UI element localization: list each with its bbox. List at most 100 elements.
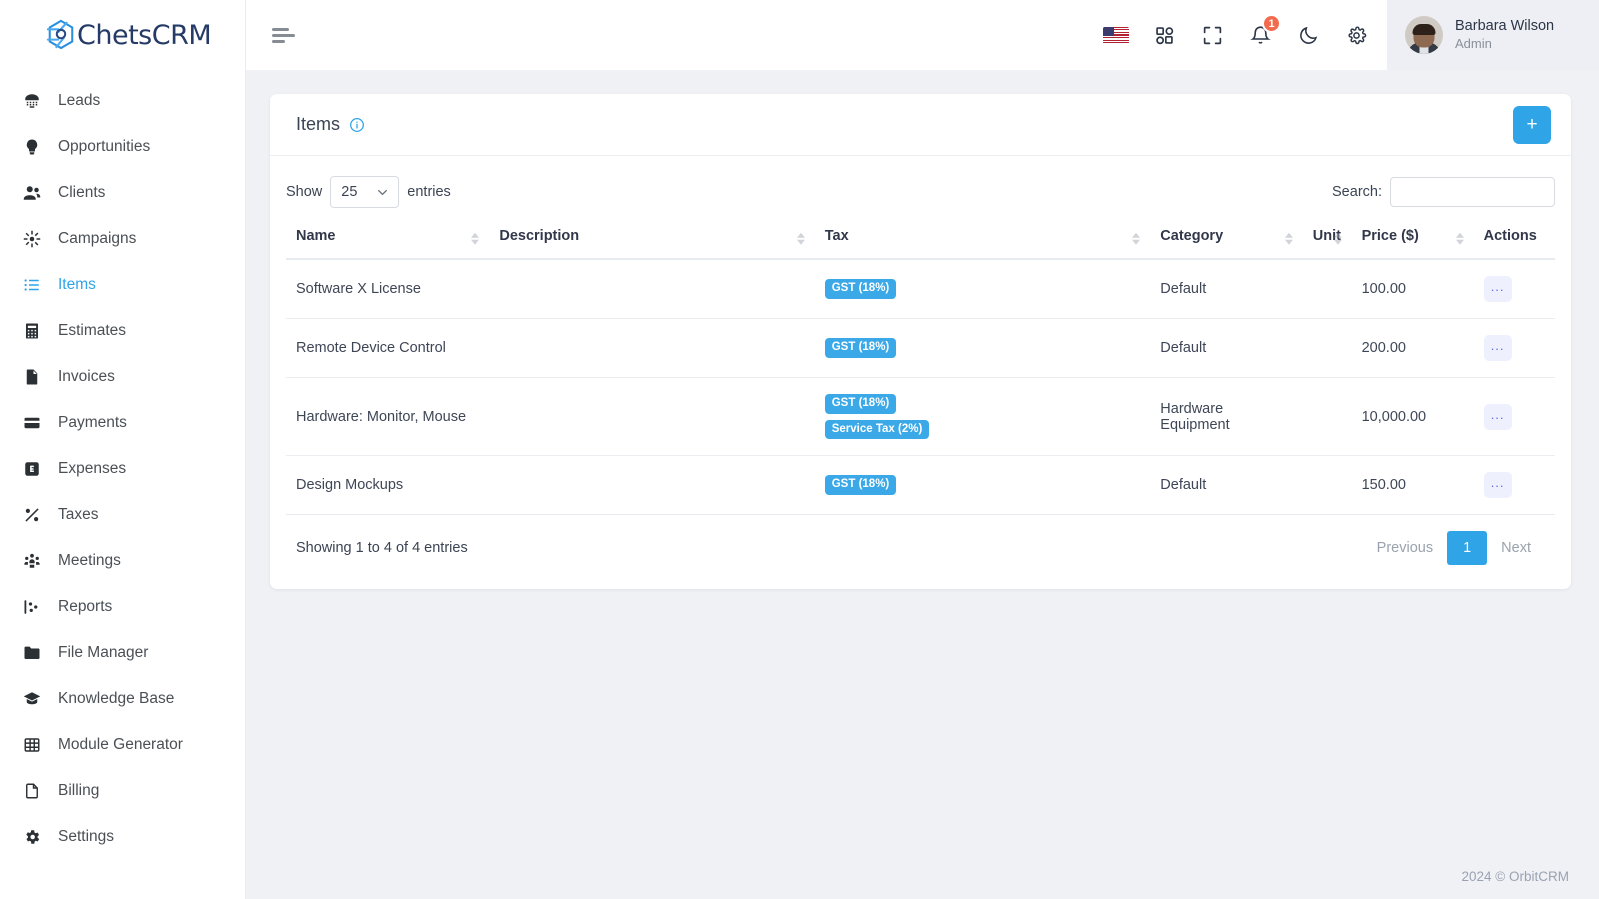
gear-icon <box>22 827 42 847</box>
users-icon <box>22 183 42 203</box>
sort-icon <box>1132 232 1141 245</box>
language-flag-us-icon[interactable] <box>1103 22 1129 48</box>
cell-tax: GST (18%) <box>814 259 1151 319</box>
table-header-row: Name Description Tax Category Unit Price… <box>286 218 1555 260</box>
table-head: Name Description Tax Category Unit Price… <box>286 218 1555 260</box>
cell-price: 150.00 <box>1351 455 1474 515</box>
cell-actions: ... <box>1473 455 1555 515</box>
expense-icon <box>22 459 42 479</box>
datatable-footer: Showing 1 to 4 of 4 entries Previous 1 N… <box>286 515 1555 579</box>
row-actions-button[interactable]: ... <box>1483 335 1512 361</box>
row-actions-button[interactable]: ... <box>1483 472 1512 498</box>
user-profile-menu[interactable]: Barbara Wilson Admin <box>1387 0 1599 70</box>
column-header-price[interactable]: Price ($) <box>1351 218 1474 260</box>
column-header-tax[interactable]: Tax <box>814 218 1151 260</box>
sidebar-item-label: Module Generator <box>58 736 183 753</box>
page-length-control: Show 10 25 50 100 <box>286 176 451 208</box>
sidebar-item-label: Leads <box>58 92 101 109</box>
table-body: Software X License GST (18%) Default 100… <box>286 259 1555 515</box>
content-area: Items + Show 10 <box>246 70 1599 853</box>
dark-mode-moon-icon[interactable] <box>1295 22 1321 48</box>
fullscreen-icon[interactable] <box>1199 22 1225 48</box>
sidebar-item-expenses[interactable]: Expenses <box>0 446 245 492</box>
sidebar-item-settings[interactable]: Settings <box>0 814 245 860</box>
apps-grid-icon[interactable] <box>1151 22 1177 48</box>
sidebar-item-file-manager[interactable]: File Manager <box>0 630 245 676</box>
sidebar-item-reports[interactable]: Reports <box>0 584 245 630</box>
row-actions-button[interactable]: ... <box>1483 276 1512 302</box>
card-icon <box>22 413 42 433</box>
column-header-unit[interactable]: Unit <box>1302 218 1352 260</box>
cell-actions: ... <box>1473 318 1555 378</box>
info-circle-icon[interactable] <box>349 117 365 133</box>
pagination-page-1[interactable]: 1 <box>1447 531 1488 565</box>
sidebar-item-label: Items <box>58 276 96 293</box>
folder-icon <box>22 643 42 663</box>
sidebar: ChetsCRM Leads Opportunities Clients Cam… <box>0 0 246 899</box>
calculator-icon <box>22 321 42 341</box>
sidebar-item-taxes[interactable]: Taxes <box>0 492 245 538</box>
column-header-description[interactable]: Description <box>489 218 815 260</box>
items-table: Name Description Tax Category Unit Price… <box>286 218 1555 515</box>
sort-icon <box>1333 232 1342 245</box>
brand-logo-link[interactable]: ChetsCRM <box>0 0 245 70</box>
cell-price: 10,000.00 <box>1351 377 1474 456</box>
tax-badge: GST (18%) <box>824 475 897 495</box>
card-body: Show 10 25 50 100 <box>270 156 1571 589</box>
sidebar-item-payments[interactable]: Payments <box>0 400 245 446</box>
notification-badge: 1 <box>1262 14 1281 33</box>
sidebar-item-invoices[interactable]: Invoices <box>0 354 245 400</box>
page-length-select[interactable]: 10 25 50 100 <box>330 176 400 208</box>
cell-category: Default <box>1150 318 1303 378</box>
search-control: Search: <box>1332 177 1555 207</box>
settings-gear-icon[interactable] <box>1343 22 1369 48</box>
sidebar-item-opportunities[interactable]: Opportunities <box>0 124 245 170</box>
sort-icon <box>1284 232 1293 245</box>
add-item-button[interactable]: + <box>1513 105 1551 144</box>
cell-category: Hardware Equipment <box>1150 377 1303 456</box>
topbar-actions: 1 <box>1103 14 1387 48</box>
sidebar-item-leads[interactable]: Leads <box>0 78 245 124</box>
column-header-actions: Actions <box>1473 218 1555 260</box>
sidebar-item-items[interactable]: Items <box>0 262 245 308</box>
cell-description <box>489 455 815 515</box>
sidebar-item-meetings[interactable]: Meetings <box>0 538 245 584</box>
cell-name: Hardware: Monitor, Mouse <box>286 377 490 456</box>
cell-description <box>489 318 815 378</box>
sidebar-item-estimates[interactable]: Estimates <box>0 308 245 354</box>
hamburger-icon[interactable] <box>272 25 298 45</box>
file-icon <box>22 367 42 387</box>
tax-badge: GST (18%) <box>824 394 897 414</box>
search-input[interactable] <box>1390 177 1555 207</box>
table-row: Remote Device Control GST (18%) Default … <box>286 318 1555 378</box>
sidebar-item-clients[interactable]: Clients <box>0 170 245 216</box>
column-header-name[interactable]: Name <box>286 218 490 260</box>
sidebar-item-label: Invoices <box>58 368 115 385</box>
bell-icon[interactable]: 1 <box>1247 14 1281 48</box>
sidebar-item-module-generator[interactable]: Module Generator <box>0 722 245 768</box>
tax-badge: Service Tax (2%) <box>824 419 930 439</box>
cell-unit <box>1302 259 1352 319</box>
column-header-category[interactable]: Category <box>1150 218 1303 260</box>
sidebar-item-knowledge-base[interactable]: Knowledge Base <box>0 676 245 722</box>
sort-icon <box>1455 232 1464 245</box>
sidebar-item-label: Expenses <box>58 460 127 477</box>
pagination-previous[interactable]: Previous <box>1363 532 1447 564</box>
sidebar-item-label: Settings <box>58 828 115 845</box>
sidebar-item-label: Knowledge Base <box>58 690 175 707</box>
document-icon <box>22 781 42 801</box>
cell-actions: ... <box>1473 259 1555 319</box>
sidebar-item-billing[interactable]: Billing <box>0 768 245 814</box>
profile-name: Barbara Wilson <box>1455 18 1555 35</box>
profile-role: Admin <box>1455 35 1492 51</box>
cell-name: Remote Device Control <box>286 318 490 378</box>
main-area: 1 Barbara Wilson Admin Items + Show 25 e… <box>246 0 1599 899</box>
cell-price: 200.00 <box>1351 318 1474 378</box>
sidebar-item-label: Payments <box>58 414 127 431</box>
tax-badge: GST (18%) <box>824 279 897 299</box>
cell-tax: GST (18%) Service Tax (2%) <box>814 377 1151 456</box>
chets-logo-icon <box>46 19 76 51</box>
pagination-next[interactable]: Next <box>1487 532 1545 564</box>
row-actions-button[interactable]: ... <box>1483 403 1512 430</box>
sidebar-item-campaigns[interactable]: Campaigns <box>0 216 245 262</box>
